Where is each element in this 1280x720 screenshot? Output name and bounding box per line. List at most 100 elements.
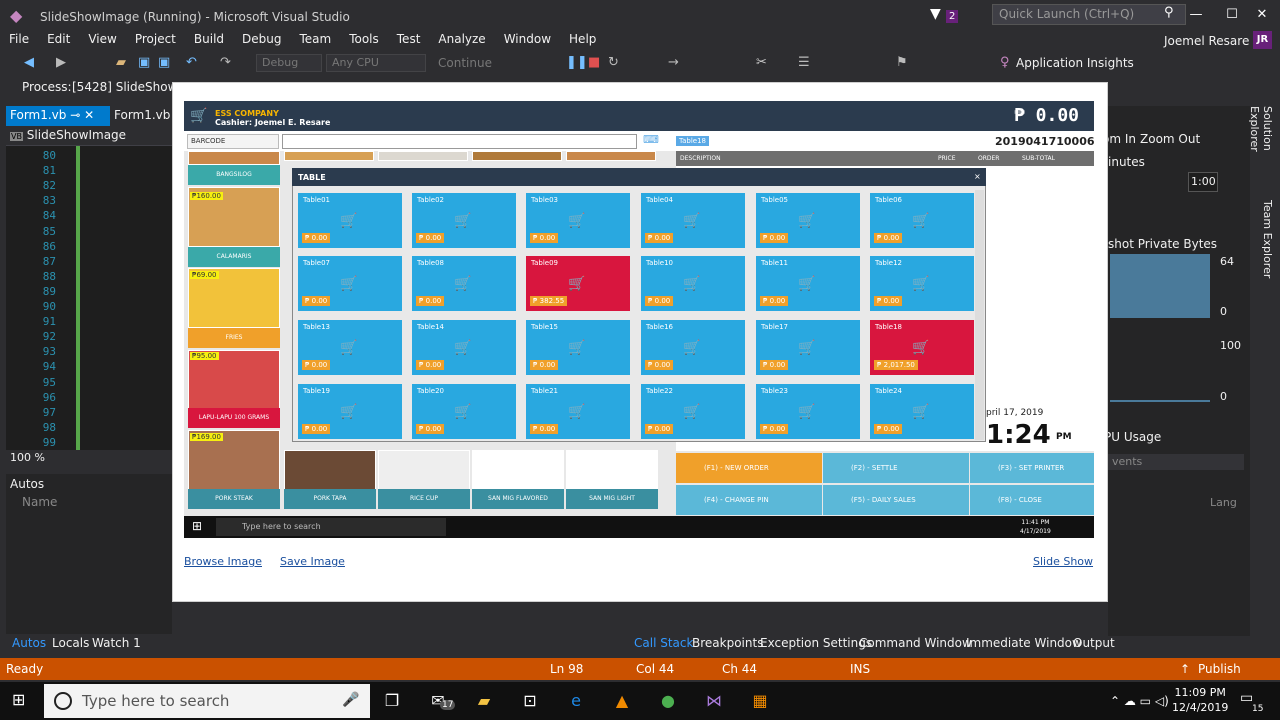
maximize-button[interactable]: ☐: [1222, 6, 1242, 24]
menu-team[interactable]: Team: [290, 30, 340, 46]
tab-breakpoints[interactable]: Breakpoints: [692, 636, 763, 650]
basket-icon: 🛒: [340, 404, 358, 420]
menu-project[interactable]: Project: [126, 30, 185, 46]
tab-call-stack[interactable]: Call Stack: [634, 636, 693, 650]
food-price: ₱69.00: [190, 271, 219, 279]
store-icon[interactable]: ⊡: [518, 690, 542, 712]
team-explorer-tab[interactable]: Team Explorer: [1256, 200, 1274, 280]
menu-view[interactable]: View: [79, 30, 125, 46]
tab-locals[interactable]: Locals: [52, 636, 89, 650]
menu-edit[interactable]: Edit: [38, 30, 79, 46]
menu-test[interactable]: Test: [388, 30, 430, 46]
zoom-out-button[interactable]: Zoom Out: [1140, 132, 1200, 146]
tab-exception-settings[interactable]: Exception Settings: [760, 636, 872, 650]
pause-icon[interactable]: ❚❚: [566, 55, 588, 70]
menu-file[interactable]: File: [0, 30, 38, 46]
line-number: 81: [42, 164, 56, 178]
close-button[interactable]: ✕: [1252, 6, 1272, 24]
table-tile: Table10 🛒 ₱ 0.00: [641, 256, 745, 311]
user-name[interactable]: Joemel Resare: [1164, 34, 1249, 48]
taskbar-search-input[interactable]: Type here to search: [44, 684, 370, 718]
vlc-icon[interactable]: ▲: [610, 690, 634, 712]
basket-icon: 🛒: [798, 213, 816, 229]
forward-icon[interactable]: ▶: [56, 55, 66, 70]
tab-immediate-window[interactable]: Immediate Window: [966, 636, 1082, 650]
running-app-icon[interactable]: ▦: [748, 690, 772, 712]
zoom-select[interactable]: 100 %: [6, 450, 172, 466]
solution-explorer-tab[interactable]: Solution Explorer: [1248, 106, 1274, 196]
menu-analyze[interactable]: Analyze: [429, 30, 494, 46]
line-number: 96: [42, 390, 56, 404]
table-amount: ₱ 0.00: [874, 296, 903, 306]
system-tray[interactable]: ⌃ ☁ ▭ ◁): [1110, 694, 1169, 708]
food-image: [472, 450, 564, 490]
publish-button[interactable]: Publish: [1198, 662, 1241, 676]
menu-window[interactable]: Window: [495, 30, 560, 46]
save-image-link[interactable]: Save Image: [280, 555, 345, 568]
table-name: Table22: [646, 387, 674, 395]
line-number: 90: [42, 300, 56, 313]
notification-count[interactable]: 2: [946, 10, 959, 23]
task-view-icon[interactable]: ❐: [380, 690, 404, 712]
table-amount: ₱ 0.00: [645, 360, 674, 370]
tab-autos[interactable]: Autos: [12, 636, 46, 650]
language-column: Lang: [1210, 496, 1237, 509]
lightbulb-icon[interactable]: ♀: [1000, 55, 1010, 70]
menu-build[interactable]: Build: [185, 30, 233, 46]
basket-icon: 🛒: [340, 213, 358, 229]
tab-output[interactable]: Output: [1073, 636, 1115, 650]
file-explorer-icon[interactable]: ▰: [472, 690, 496, 712]
application-insights-button[interactable]: Application Insights: [1016, 56, 1134, 70]
microphone-icon[interactable]: 🎤: [342, 692, 359, 708]
avatar[interactable]: JR: [1253, 31, 1272, 49]
food-image: [378, 450, 470, 490]
redo-icon[interactable]: ↷: [220, 55, 231, 70]
taskbar-clock[interactable]: 11:09 PM 12/4/2019: [1172, 685, 1228, 715]
tab-form1-vb[interactable]: Form1.vb ⊸ ✕: [6, 106, 110, 126]
edge-icon[interactable]: e: [564, 690, 588, 712]
minimize-button[interactable]: —: [1186, 6, 1206, 24]
chrome-icon[interactable]: ●: [656, 690, 680, 712]
basket-icon: 🛒: [912, 213, 930, 229]
notification-flag-icon[interactable]: ▼: [930, 6, 941, 22]
tab-command-window[interactable]: Command Window: [859, 636, 972, 650]
food-image: [284, 450, 376, 490]
table-tile: Table19 🛒 ₱ 0.00: [298, 384, 402, 439]
undo-icon[interactable]: ↶: [186, 55, 197, 70]
search-icon[interactable]: ⚲: [1164, 5, 1174, 20]
quick-launch-input[interactable]: Quick Launch (Ctrl+Q): [992, 4, 1186, 25]
tab-watch-1[interactable]: Watch 1: [92, 636, 141, 650]
events-search-input[interactable]: vents: [1108, 454, 1244, 470]
platform-select[interactable]: Any CPU: [326, 54, 426, 72]
memory-legend: shot Private Bytes: [1108, 237, 1218, 251]
save-icon[interactable]: ▣: [138, 55, 150, 70]
menu-tools[interactable]: Tools: [340, 30, 388, 46]
stop-icon[interactable]: ■: [588, 55, 600, 70]
format-icon[interactable]: ☰: [798, 55, 810, 70]
back-icon[interactable]: ◀: [24, 55, 34, 70]
menu-help[interactable]: Help: [560, 30, 605, 46]
bookmark-icon[interactable]: ⚑: [896, 55, 908, 70]
publish-icon[interactable]: ↑: [1180, 662, 1190, 676]
table-name: Table03: [531, 196, 559, 204]
windows-start-icon[interactable]: ⊞: [12, 690, 25, 709]
breakpoint-icon[interactable]: ✂: [756, 55, 767, 70]
pin-icon[interactable]: ⊸: [70, 108, 80, 122]
restart-icon[interactable]: ↻: [608, 55, 619, 70]
visual-studio-taskbar-icon[interactable]: ⋈: [702, 690, 726, 712]
status-insert-mode: INS: [850, 662, 871, 676]
change-indicator: [76, 146, 80, 450]
slide-show-link[interactable]: Slide Show: [1033, 555, 1093, 568]
menu-debug[interactable]: Debug: [233, 30, 290, 46]
class-selector[interactable]: VB SlideShowImage: [6, 126, 172, 146]
browse-image-link[interactable]: Browse Image: [184, 555, 262, 568]
food-image: [566, 450, 658, 490]
save-all-icon[interactable]: ▣: [158, 55, 170, 70]
step-icon[interactable]: →: [668, 55, 679, 70]
continue-button[interactable]: Continue: [438, 56, 492, 70]
autos-name-column[interactable]: Name: [22, 495, 57, 509]
open-folder-icon[interactable]: ▰: [116, 55, 126, 70]
close-tab-icon[interactable]: ✕: [84, 108, 94, 122]
table-amount: ₱ 0.00: [416, 360, 445, 370]
configuration-select[interactable]: Debug: [256, 54, 322, 72]
